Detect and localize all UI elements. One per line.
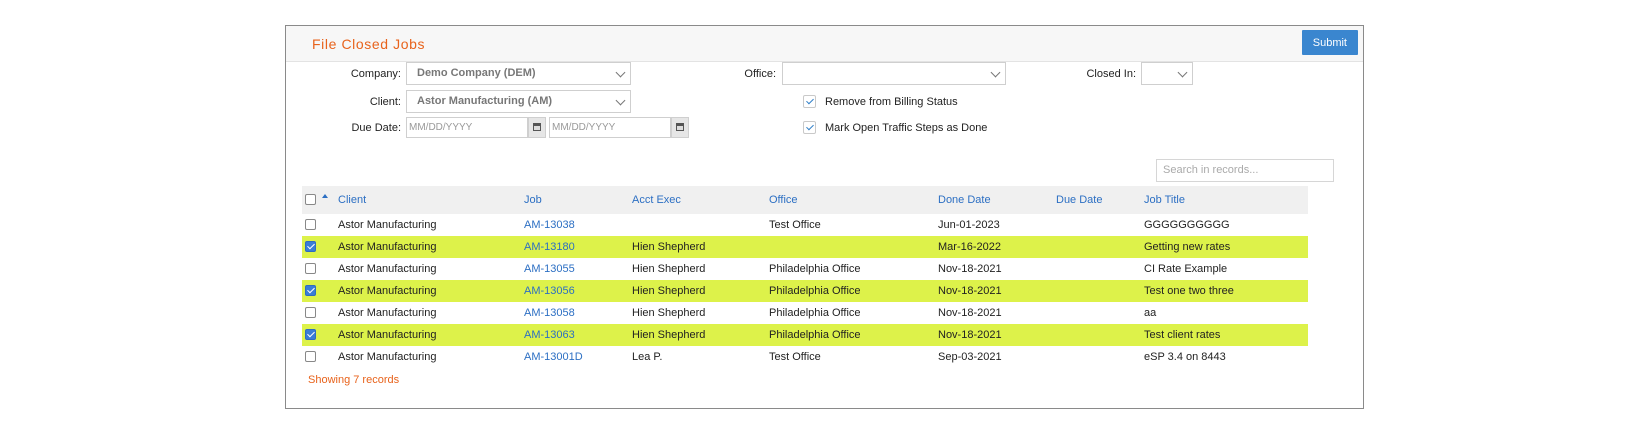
due-date-label: Due Date: <box>351 122 401 134</box>
column-header-due-date[interactable]: Due Date <box>1056 194 1102 206</box>
cell-client: Astor Manufacturing <box>338 219 437 231</box>
table-row[interactable]: Astor Manufacturing AM-13063 Hien Shephe… <box>302 324 1308 346</box>
job-link[interactable]: AM-13055 <box>524 263 575 275</box>
page-title: File Closed Jobs <box>312 36 426 52</box>
column-header-acct-exec[interactable]: Acct Exec <box>632 194 681 206</box>
cell-acct-exec: Hien Shepherd <box>632 285 706 297</box>
cell-acct-exec: Hien Shepherd <box>632 329 706 341</box>
cell-acct-exec: Lea P. <box>632 351 663 363</box>
cell-job-title: aa <box>1144 307 1157 319</box>
cell-acct-exec: Hien Shepherd <box>632 241 706 253</box>
chevron-down-icon <box>615 67 626 78</box>
remove-billing-label: Remove from Billing Status <box>825 96 958 108</box>
company-select-value: Demo Company (DEM) <box>417 67 536 79</box>
column-header-done-date[interactable]: Done Date <box>938 194 991 206</box>
cell-job-title: eSP 3.4 on 8443 <box>1144 351 1226 363</box>
row-checkbox[interactable] <box>305 329 316 340</box>
file-closed-jobs-panel: File Closed Jobs Submit Company: Demo Co… <box>285 25 1364 409</box>
cell-job-title: Test client rates <box>1144 329 1221 341</box>
records-count: Showing 7 records <box>308 374 400 386</box>
due-date-to-input[interactable]: MM/DD/YYYY <box>549 117 671 138</box>
table-header: Client Job Acct Exec Office Done Date Du… <box>302 186 1308 214</box>
column-header-job-title[interactable]: Job Title <box>1144 194 1185 206</box>
table-row[interactable]: Astor Manufacturing AM-13055 Hien Shephe… <box>302 258 1308 280</box>
cell-office: Philadelphia Office <box>769 307 861 319</box>
row-checkbox[interactable] <box>305 241 316 252</box>
cell-client: Astor Manufacturing <box>338 351 437 363</box>
job-link[interactable]: AM-13058 <box>524 307 575 319</box>
company-select[interactable]: Demo Company (DEM) <box>406 62 631 85</box>
closed-in-select[interactable] <box>1141 62 1193 85</box>
client-select[interactable]: Astor Manufacturing (AM) <box>406 90 631 113</box>
job-link[interactable]: AM-13056 <box>524 285 575 297</box>
select-all-checkbox[interactable] <box>305 194 316 205</box>
job-link[interactable]: AM-13038 <box>524 219 575 231</box>
remove-billing-checkbox[interactable] <box>803 95 816 108</box>
cell-done-date: Nov-18-2021 <box>938 329 1002 341</box>
row-checkbox[interactable] <box>305 307 316 318</box>
mark-traffic-label: Mark Open Traffic Steps as Done <box>825 122 988 134</box>
job-link[interactable]: AM-13063 <box>524 329 575 341</box>
row-checkbox[interactable] <box>305 219 316 230</box>
sort-ascending-icon[interactable] <box>322 194 328 198</box>
chevron-down-icon <box>1177 67 1188 78</box>
cell-done-date: Sep-03-2021 <box>938 351 1002 363</box>
cell-client: Astor Manufacturing <box>338 263 437 275</box>
cell-done-date: Jun-01-2023 <box>938 219 1000 231</box>
calendar-icon <box>533 123 541 131</box>
due-date-from-calendar-button[interactable] <box>528 117 546 138</box>
row-checkbox[interactable] <box>305 263 316 274</box>
chevron-down-icon <box>615 95 626 106</box>
column-header-job[interactable]: Job <box>524 194 542 206</box>
mark-traffic-checkbox[interactable] <box>803 121 816 134</box>
cell-office: Philadelphia Office <box>769 329 861 341</box>
table-row[interactable]: Astor Manufacturing AM-13056 Hien Shephe… <box>302 280 1308 302</box>
cell-acct-exec: Hien Shepherd <box>632 307 706 319</box>
cell-done-date: Nov-18-2021 <box>938 307 1002 319</box>
calendar-icon <box>676 123 684 131</box>
table-row[interactable]: Astor Manufacturing AM-13001D Lea P. Tes… <box>302 346 1308 368</box>
cell-client: Astor Manufacturing <box>338 285 437 297</box>
cell-job-title: CI Rate Example <box>1144 263 1228 275</box>
due-date-from-input[interactable]: MM/DD/YYYY <box>406 117 528 138</box>
cell-office: Test Office <box>769 219 821 231</box>
table-row[interactable]: Astor Manufacturing AM-13058 Hien Shephe… <box>302 302 1308 324</box>
cell-client: Astor Manufacturing <box>338 307 437 319</box>
office-label: Office: <box>744 68 776 80</box>
cell-client: Astor Manufacturing <box>338 329 437 341</box>
cell-office: Philadelphia Office <box>769 263 861 275</box>
cell-office: Test Office <box>769 351 821 363</box>
submit-button[interactable]: Submit <box>1301 30 1358 55</box>
table-row[interactable]: Astor Manufacturing AM-13180 Hien Shephe… <box>302 236 1308 258</box>
company-label: Company: <box>350 68 401 80</box>
row-checkbox[interactable] <box>305 285 316 296</box>
row-checkbox[interactable] <box>305 351 316 362</box>
search-input[interactable]: Search in records... <box>1156 159 1334 182</box>
client-label: Client: <box>369 96 401 108</box>
client-select-value: Astor Manufacturing (AM) <box>417 95 553 107</box>
cell-done-date: Mar-16-2022 <box>938 241 1001 253</box>
cell-client: Astor Manufacturing <box>338 241 437 253</box>
cell-acct-exec: Hien Shepherd <box>632 263 706 275</box>
cell-job-title: GGGGGGGGGG <box>1144 219 1230 231</box>
column-header-client[interactable]: Client <box>338 194 366 206</box>
cell-done-date: Nov-18-2021 <box>938 263 1002 275</box>
column-header-office[interactable]: Office <box>769 194 798 206</box>
cell-job-title: Test one two three <box>1144 285 1234 297</box>
cell-office: Philadelphia Office <box>769 285 861 297</box>
table-row[interactable]: Astor Manufacturing AM-13038 Test Office… <box>302 214 1308 236</box>
cell-done-date: Nov-18-2021 <box>938 285 1002 297</box>
panel-header: File Closed Jobs Submit <box>286 26 1363 62</box>
closed-in-label: Closed In: <box>1086 68 1136 80</box>
chevron-down-icon <box>990 67 1001 78</box>
job-link[interactable]: AM-13180 <box>524 241 575 253</box>
cell-job-title: Getting new rates <box>1144 241 1231 253</box>
office-select[interactable] <box>782 62 1006 85</box>
due-date-to-calendar-button[interactable] <box>671 117 689 138</box>
job-link[interactable]: AM-13001D <box>524 351 583 363</box>
